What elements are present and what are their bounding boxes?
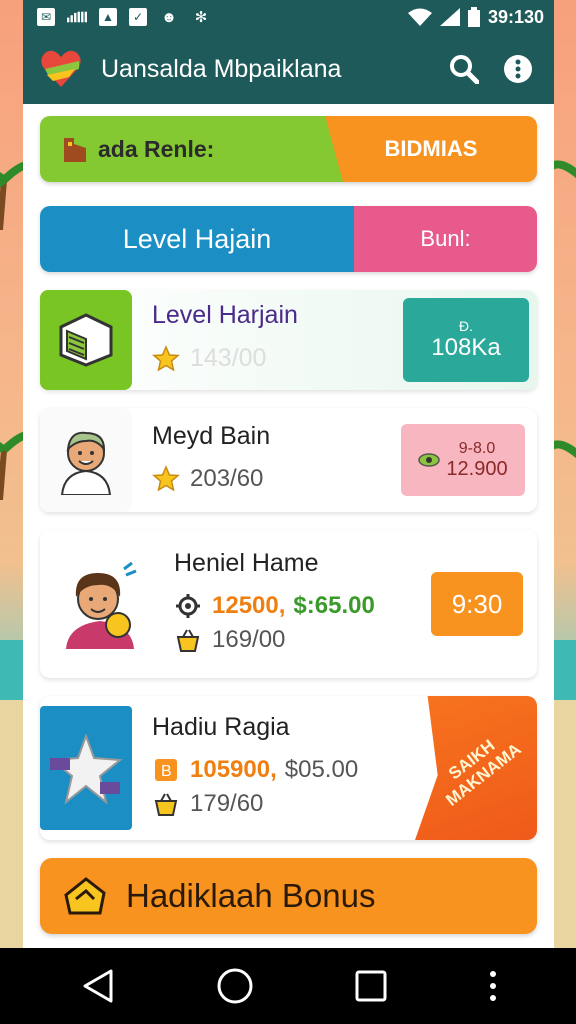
banner-left[interactable]: ada Renle: [40,116,343,182]
bonus-button[interactable]: Hadiklaah Bonus [40,858,537,934]
star-icon [152,344,180,373]
status-bar: ✉ ▲ ✓ ☻ ✻ 39:130 [23,0,554,34]
signal-mini-icon [67,7,87,27]
bonus-label: Hadiklaah Bonus [126,877,376,914]
card-price-dollar: $:65.00 [293,591,375,619]
more-button[interactable] [478,956,508,1016]
more-dots-icon [489,971,496,1001]
eye-icon [418,453,441,467]
avatar [60,431,112,495]
card-thumbnail [50,549,154,659]
card-stat: 169/00 [212,625,286,653]
more-vertical-icon [504,55,532,83]
app-bar: Uansalda Mbpaiklana [23,34,554,104]
app-screen: ✉ ▲ ✓ ☻ ✻ 39:130 Uansalda Mbpaiklana ada… [23,0,554,976]
search-button[interactable] [444,49,484,89]
card-thumbnail [40,290,132,390]
heart-logo-icon[interactable] [39,47,83,91]
badge-value: 12.900 [446,457,508,480]
card-thumbnail [40,408,132,512]
cell-signal-icon [439,8,460,26]
gear-icon [174,592,202,620]
battery-icon [467,7,480,27]
card-badge[interactable]: 9:30 [431,572,523,636]
list-item[interactable]: Hadiu Ragia B 105900, $05.00 179/60 SAIK… [40,696,537,840]
wifi-icon [407,8,432,26]
star-icon [152,464,180,493]
home-circle-icon [217,968,253,1004]
menu-button[interactable] [498,49,538,89]
level-tab[interactable]: Level Hajain [40,206,354,272]
badge-top: 9-8.0 [458,440,496,458]
svg-text:B: B [161,763,172,780]
basket-icon [152,790,180,818]
settings-icon: ✻ [194,9,208,26]
list-item[interactable]: Meyd Bain 203/60 9-8.0 12.900 [40,408,537,512]
back-triangle-icon [83,969,113,1003]
back-button[interactable] [68,956,128,1016]
card-price: 105900, [190,755,277,783]
badge-value: 108Ka [431,334,501,361]
coupon-icon: B [152,756,180,784]
card-thumbnail [40,706,132,830]
content-area: ada Renle: BIDMIAS Level Hajain Bunl: Le… [23,104,554,934]
banner-right[interactable]: BIDMIAS [325,116,537,182]
card-price-dollar: $05.00 [284,755,359,783]
map-marker-icon [64,138,86,162]
list-item[interactable]: Heniel Hame 12500, $:65.00 169/00 9:30 [40,530,537,678]
card-stat: 179/60 [190,789,264,817]
card-price: 12500, [212,591,286,619]
recents-button[interactable] [341,956,401,1016]
app-title: Uansalda Mbpaiklana [101,54,342,83]
check-icon: ✓ [129,8,147,26]
basket-icon [174,626,202,654]
navigation-bar [0,948,576,1024]
card-title: Level Harjain [152,301,298,329]
photo-icon: ▲ [99,8,117,26]
badge-top: Đ. [459,318,473,334]
face-icon: ☻ [161,8,177,26]
status-time: 39:130 [487,6,544,27]
search-icon [450,55,479,84]
card-title: Heniel Hame [174,548,319,577]
bonus-tab[interactable]: Bunl: [354,206,537,272]
avatar [66,561,137,649]
star-shape-icon [49,733,123,805]
banner-left-label: ada Renle: [98,135,215,162]
level-bar[interactable]: Level Hajain Bunl: [40,206,537,272]
card-badge[interactable]: 9-8.0 12.900 [401,424,525,496]
cube-icon [59,313,113,367]
home-button[interactable] [205,956,265,1016]
list-item[interactable]: Level Harjain 143/00 Đ. 108Ka [40,290,537,390]
card-badge[interactable]: Đ. 108Ka [403,298,529,382]
card-stat: 143/00 [190,344,267,372]
card-stat: 203/60 [190,464,264,492]
message-icon: ✉ [37,8,55,26]
top-banner[interactable]: ada Renle: BIDMIAS [40,116,537,182]
recents-square-icon [355,970,387,1002]
house-icon [64,877,106,915]
card-title: Meyd Bain [152,421,271,450]
